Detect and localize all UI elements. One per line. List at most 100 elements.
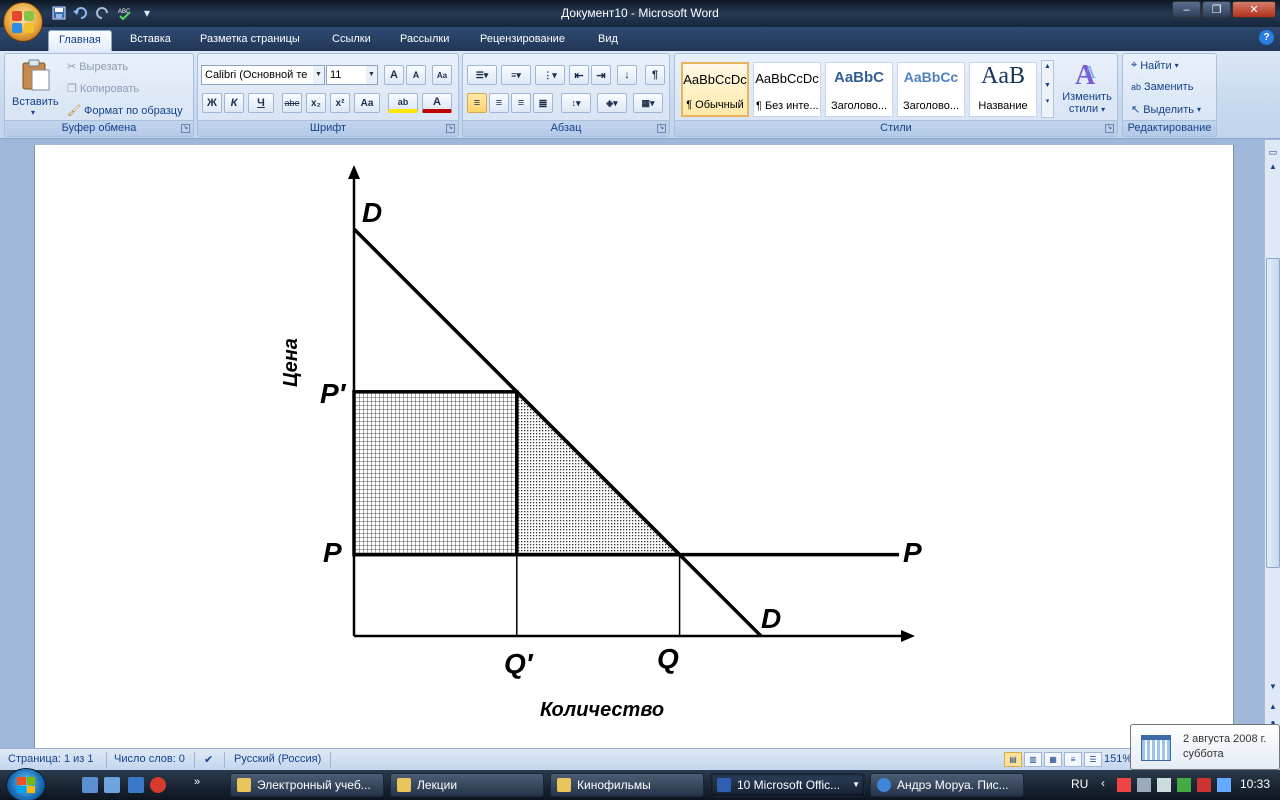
- change-styles-button[interactable]: A A Изменить стили ▾: [1059, 58, 1115, 120]
- font-name-combo[interactable]: Calibri (Основной те ▼: [201, 65, 325, 85]
- office-button[interactable]: [3, 2, 43, 42]
- taskbar-item[interactable]: Андрэ Моруа. Пис...: [870, 773, 1024, 797]
- style-heading-2[interactable]: AaBbCc Заголово...: [897, 62, 965, 117]
- full-screen-reading-icon[interactable]: ▥: [1024, 752, 1042, 767]
- tab-review[interactable]: Рецензирование: [470, 30, 575, 51]
- zoom-level[interactable]: 151%: [1104, 753, 1132, 765]
- scroll-thumb[interactable]: [1266, 258, 1280, 568]
- superscript-button[interactable]: x²: [330, 93, 350, 113]
- font-color-button[interactable]: A: [422, 93, 452, 113]
- show-marks-button[interactable]: ¶: [645, 65, 665, 85]
- tab-page-layout[interactable]: Разметка страницы: [190, 30, 310, 51]
- style-title[interactable]: AaB Название: [969, 62, 1037, 117]
- tab-view[interactable]: Вид: [588, 30, 628, 51]
- outline-icon[interactable]: ≡: [1064, 752, 1082, 767]
- word-count[interactable]: Число слов: 0: [114, 753, 185, 765]
- shrink-font-button[interactable]: A: [406, 65, 426, 85]
- restore-button[interactable]: ❐: [1202, 1, 1231, 18]
- style-name: Заголово...: [830, 100, 888, 112]
- highlight-button[interactable]: ab: [388, 93, 418, 113]
- scroll-up-icon[interactable]: ▲: [1266, 160, 1280, 174]
- clock[interactable]: 10:33: [1240, 777, 1270, 791]
- borders-icon[interactable]: ▦▾: [633, 93, 663, 113]
- security-icon[interactable]: [1197, 778, 1211, 792]
- print-layout-icon[interactable]: ▤: [1004, 752, 1022, 767]
- chevron-down-icon: ▾: [1101, 104, 1106, 114]
- decrease-indent-icon[interactable]: ⇤: [569, 65, 589, 85]
- align-center-icon[interactable]: ≡: [489, 93, 509, 113]
- tray-expand-icon[interactable]: ‹: [1101, 776, 1105, 790]
- opera-icon[interactable]: [150, 777, 166, 793]
- taskbar-item[interactable]: Кинофильмы: [550, 773, 704, 797]
- tab-insert[interactable]: Вставка: [120, 30, 181, 51]
- find-button[interactable]: ⌖ Найти ▾: [1131, 59, 1179, 72]
- dialog-launcher-icon[interactable]: ↘: [1105, 124, 1114, 133]
- font-size-combo[interactable]: 11 ▼: [326, 65, 378, 85]
- change-case-button[interactable]: Aa: [354, 93, 380, 113]
- grow-font-button[interactable]: A: [384, 65, 404, 85]
- volume-icon[interactable]: [1217, 778, 1231, 792]
- cut-button[interactable]: ✂ Вырезать: [67, 60, 128, 74]
- sort-icon[interactable]: ↓: [617, 65, 637, 85]
- numbering-icon[interactable]: ≡▾: [501, 65, 531, 85]
- taskbar-item-word[interactable]: 10 Microsoft Offic... ▼: [710, 773, 865, 797]
- dialog-launcher-icon[interactable]: ↘: [181, 124, 190, 133]
- justify-icon[interactable]: ≣: [533, 93, 553, 113]
- subscript-button[interactable]: x₂: [306, 93, 326, 113]
- scroll-down-icon[interactable]: ▼: [1266, 680, 1280, 694]
- line-spacing-icon[interactable]: ↕▾: [561, 93, 591, 113]
- shading-icon[interactable]: ◈▾: [597, 93, 627, 113]
- help-icon[interactable]: ?: [1259, 30, 1274, 45]
- copy-button[interactable]: ❐ Копировать: [67, 82, 139, 96]
- tray-app-icon[interactable]: [1117, 778, 1131, 792]
- monitor-icon[interactable]: [1137, 778, 1151, 792]
- close-button[interactable]: ✕: [1232, 1, 1276, 18]
- clear-formatting-button[interactable]: Aa: [432, 65, 452, 85]
- web-layout-icon[interactable]: ▦: [1044, 752, 1062, 767]
- replace-button[interactable]: ab Заменить: [1131, 81, 1193, 93]
- minimize-button[interactable]: ‒: [1172, 1, 1201, 18]
- battery-icon[interactable]: [1157, 778, 1171, 792]
- tab-home[interactable]: Главная: [48, 30, 112, 51]
- align-left-icon[interactable]: ≡: [467, 93, 487, 113]
- dialog-launcher-icon[interactable]: ↘: [657, 124, 666, 133]
- align-right-icon[interactable]: ≡: [511, 93, 531, 113]
- tab-references[interactable]: Ссылки: [322, 30, 381, 51]
- language-bar[interactable]: RU: [1071, 777, 1088, 791]
- bullets-icon[interactable]: ☰▾: [467, 65, 497, 85]
- tab-mailings[interactable]: Рассылки: [390, 30, 459, 51]
- multilevel-list-icon[interactable]: ⋮▾: [535, 65, 565, 85]
- quick-launch-more-icon[interactable]: »: [194, 776, 200, 788]
- italic-button[interactable]: К: [224, 93, 244, 113]
- calendar-icon: [1141, 735, 1171, 761]
- taskbar-item[interactable]: Лекции: [390, 773, 544, 797]
- page-count[interactable]: Страница: 1 из 1: [8, 753, 94, 765]
- underline-button[interactable]: Ч: [248, 93, 274, 113]
- format-painter-button[interactable]: 🖌 Формат по образцу: [67, 104, 183, 118]
- increase-indent-icon[interactable]: ⇥: [591, 65, 611, 85]
- explorer-icon[interactable]: [128, 777, 144, 793]
- vertical-scrollbar[interactable]: ▭ ▲ ▼ ▲ ● ▼: [1264, 140, 1280, 748]
- select-button[interactable]: ↖ Выделить ▾: [1131, 103, 1201, 117]
- paste-label: Вставить: [12, 96, 59, 108]
- style-no-spacing[interactable]: AaBbCcDc ¶ Без инте...: [753, 62, 821, 117]
- ruler-toggle-icon[interactable]: ▭: [1267, 146, 1279, 158]
- language-indicator[interactable]: Русский (Россия): [234, 753, 321, 765]
- style-heading-1[interactable]: AaBbC Заголово...: [825, 62, 893, 117]
- document-page[interactable]: D D P′ P P Q′ Q Цена Количество: [34, 145, 1234, 748]
- shaded-rectangle: [352, 390, 519, 557]
- taskbar-item[interactable]: Электронный учеб...: [230, 773, 384, 797]
- previous-page-icon[interactable]: ▲: [1266, 700, 1280, 714]
- show-desktop-icon[interactable]: [82, 777, 98, 793]
- draft-icon[interactable]: ☰: [1084, 752, 1102, 767]
- strikethrough-button[interactable]: abe: [282, 93, 302, 113]
- style-normal[interactable]: AaBbCcDc ¶ Обычный: [681, 62, 749, 117]
- styles-scroll[interactable]: ▲ ▼ ▾: [1041, 60, 1054, 118]
- bold-button[interactable]: Ж: [202, 93, 222, 113]
- proofing-icon[interactable]: ✔: [204, 753, 213, 766]
- switch-windows-icon[interactable]: [104, 777, 120, 793]
- network-icon[interactable]: [1177, 778, 1191, 792]
- start-button[interactable]: [6, 768, 46, 800]
- dialog-launcher-icon[interactable]: ↘: [446, 124, 455, 133]
- paste-button[interactable]: Вставить ▾: [9, 56, 61, 118]
